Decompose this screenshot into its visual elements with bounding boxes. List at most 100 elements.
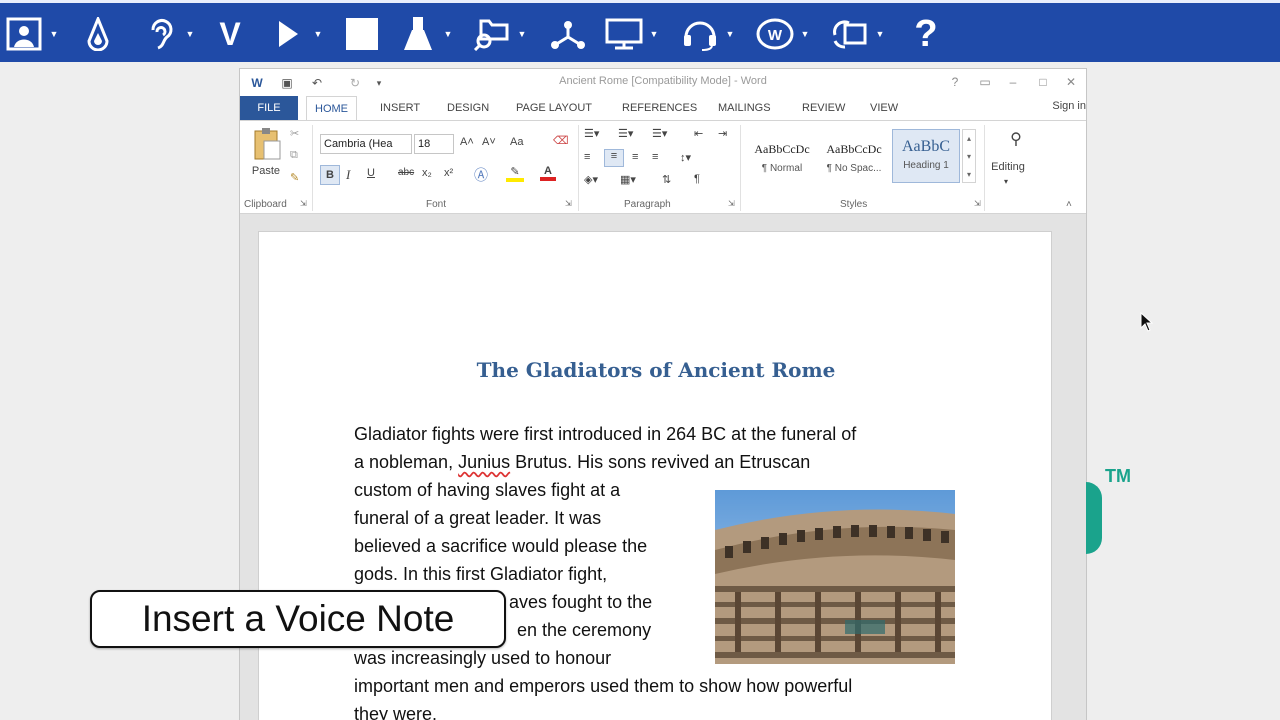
chevron-down-icon[interactable]: ▼ [799, 29, 811, 39]
play-button[interactable]: ▼ [268, 10, 324, 58]
style-no-spacing[interactable]: AaBbCcDc ¶ No Spac... [820, 129, 888, 183]
tab-design[interactable]: DESIGN [447, 96, 489, 120]
font-group-label: Font [426, 199, 447, 210]
highlight-icon[interactable]: ✎ [506, 165, 524, 182]
chevron-down-icon[interactable]: ▼ [648, 29, 660, 39]
research-button[interactable]: ▼ [472, 10, 528, 58]
change-case-button[interactable]: Aa [510, 136, 523, 148]
network-icon [548, 14, 588, 54]
editing-label[interactable]: Editing [988, 161, 1028, 173]
trademark-mark: TM [1105, 466, 1131, 486]
ink-button[interactable] [78, 10, 118, 58]
collapse-ribbon-icon[interactable]: ˄ [1066, 199, 1072, 210]
sign-in-link[interactable]: Sign in [1052, 100, 1086, 112]
stop-button[interactable] [342, 10, 382, 58]
colosseum-image[interactable] [715, 490, 955, 664]
tab-insert[interactable]: INSERT [380, 96, 420, 120]
grow-font-icon[interactable]: A˄ [460, 136, 474, 148]
bullets-icon[interactable]: ☰▾ [584, 127, 599, 140]
copy-icon[interactable]: ⧉ [290, 149, 298, 162]
style-heading-1[interactable]: AaBbC Heading 1 [892, 129, 960, 183]
minimize-icon[interactable]: – [1002, 73, 1024, 91]
format-painter-icon[interactable]: ✎ [290, 171, 299, 184]
borders-icon[interactable]: ▦▾ [620, 173, 636, 186]
divider [312, 125, 313, 211]
body-line: custom of having slaves fight at a [354, 480, 621, 500]
increase-indent-icon[interactable]: ⇥ [718, 127, 727, 140]
font-name-combo[interactable]: Cambria (Hea [320, 134, 412, 154]
align-right-icon[interactable]: ≡ [632, 151, 638, 163]
styles-group-label: Styles [840, 199, 868, 210]
chevron-down-icon[interactable]: ▼ [48, 29, 60, 39]
sort-icon[interactable]: ⇅ [662, 173, 671, 186]
web-button[interactable]: W ▼ [755, 10, 811, 58]
chevron-down-icon[interactable]: ▼ [442, 29, 454, 39]
decrease-indent-icon[interactable]: ⇤ [694, 127, 703, 140]
tab-view[interactable]: VIEW [870, 96, 898, 120]
close-icon[interactable]: ✕ [1060, 73, 1082, 91]
justify-icon[interactable]: ≡ [652, 151, 658, 163]
tab-review[interactable]: REVIEW [802, 96, 845, 120]
help-button[interactable]: ? [906, 10, 946, 58]
image-sync-icon [830, 14, 870, 54]
dialog-launcher-icon[interactable]: ⇲ [565, 199, 572, 208]
title-bar: W ▣ ↶ ↻ ▾ Ancient Rome [Compatibility Mo… [240, 69, 1086, 96]
multilevel-list-icon[interactable]: ☰▾ [652, 127, 667, 140]
help-icon[interactable]: ? [944, 73, 966, 91]
chevron-down-icon[interactable]: ▼ [874, 29, 886, 39]
clear-formatting-icon[interactable]: ⌫ [553, 134, 569, 147]
cut-icon[interactable]: ✂ [290, 127, 299, 140]
tab-mailings[interactable]: MAILINGS [718, 96, 771, 120]
dialog-launcher-icon[interactable]: ⇲ [300, 199, 307, 208]
chevron-down-icon[interactable]: ▼ [724, 29, 736, 39]
align-left-icon[interactable]: ≡ [584, 151, 590, 163]
tab-home[interactable]: HOME [306, 96, 357, 120]
clipboard-group-label: Clipboard [244, 199, 287, 210]
vocabulary-button[interactable]: V [210, 10, 250, 58]
chevron-down-icon[interactable]: ▼ [312, 29, 324, 39]
tab-references[interactable]: REFERENCES [622, 96, 697, 120]
font-size-combo[interactable]: 18 [414, 134, 454, 154]
underline-button[interactable]: U [367, 167, 375, 179]
dialog-launcher-icon[interactable]: ⇲ [728, 199, 735, 208]
voice-button[interactable]: ▼ [680, 10, 736, 58]
body-line: a nobleman, Junius Brutus. His sons revi… [354, 452, 810, 473]
style-normal[interactable]: AaBbCcDc ¶ Normal [748, 129, 816, 183]
align-center-icon[interactable]: ≡ [604, 149, 624, 167]
strikethrough-button[interactable]: abc [398, 167, 414, 178]
ribbon-display-icon[interactable]: ▭ [974, 73, 996, 91]
image-sync-button[interactable]: ▼ [830, 10, 886, 58]
listen-button[interactable]: ▼ [140, 10, 196, 58]
screen-button[interactable]: ▼ [604, 10, 660, 58]
mindmap-button[interactable] [548, 10, 588, 58]
picture-button[interactable]: ▼ [4, 10, 60, 58]
binoculars-icon[interactable]: ⚲ [996, 129, 1036, 149]
subscript-button[interactable]: x₂ [422, 167, 432, 179]
paste-button[interactable] [250, 127, 284, 161]
chevron-down-icon[interactable]: ▼ [184, 29, 196, 39]
chevron-down-icon[interactable]: ▼ [516, 29, 528, 39]
font-color-icon[interactable]: A [540, 165, 556, 181]
show-marks-icon[interactable]: ¶ [694, 173, 700, 185]
superscript-button[interactable]: x² [444, 167, 453, 179]
misspelled-word[interactable]: Junius [458, 452, 510, 472]
science-button[interactable]: ▼ [398, 10, 454, 58]
folder-search-icon [472, 14, 512, 54]
paste-label[interactable]: Paste [248, 165, 284, 177]
shading-icon[interactable]: ◈▾ [584, 173, 598, 186]
text-effects-icon[interactable]: Ⓐ [474, 165, 488, 185]
numbering-icon[interactable]: ☰▾ [618, 127, 633, 140]
italic-button[interactable]: I [346, 167, 350, 183]
tab-page-layout[interactable]: PAGE LAYOUT [516, 96, 592, 120]
style-sample: AaBbCcDc [754, 142, 810, 156]
styles-scroll[interactable]: ▴ ▾ ▾ [962, 129, 976, 183]
maximize-icon[interactable]: □ [1032, 73, 1054, 91]
shrink-font-icon[interactable]: A˅ [482, 136, 496, 148]
ink-drop-icon [78, 14, 118, 54]
dialog-launcher-icon[interactable]: ⇲ [974, 199, 981, 208]
web-circle-icon: W [755, 14, 795, 54]
bold-button[interactable]: B [320, 165, 340, 185]
chevron-down-icon[interactable]: ▾ [1004, 177, 1008, 186]
tab-file[interactable]: FILE [240, 96, 298, 120]
line-spacing-icon[interactable]: ↕▾ [680, 151, 691, 164]
